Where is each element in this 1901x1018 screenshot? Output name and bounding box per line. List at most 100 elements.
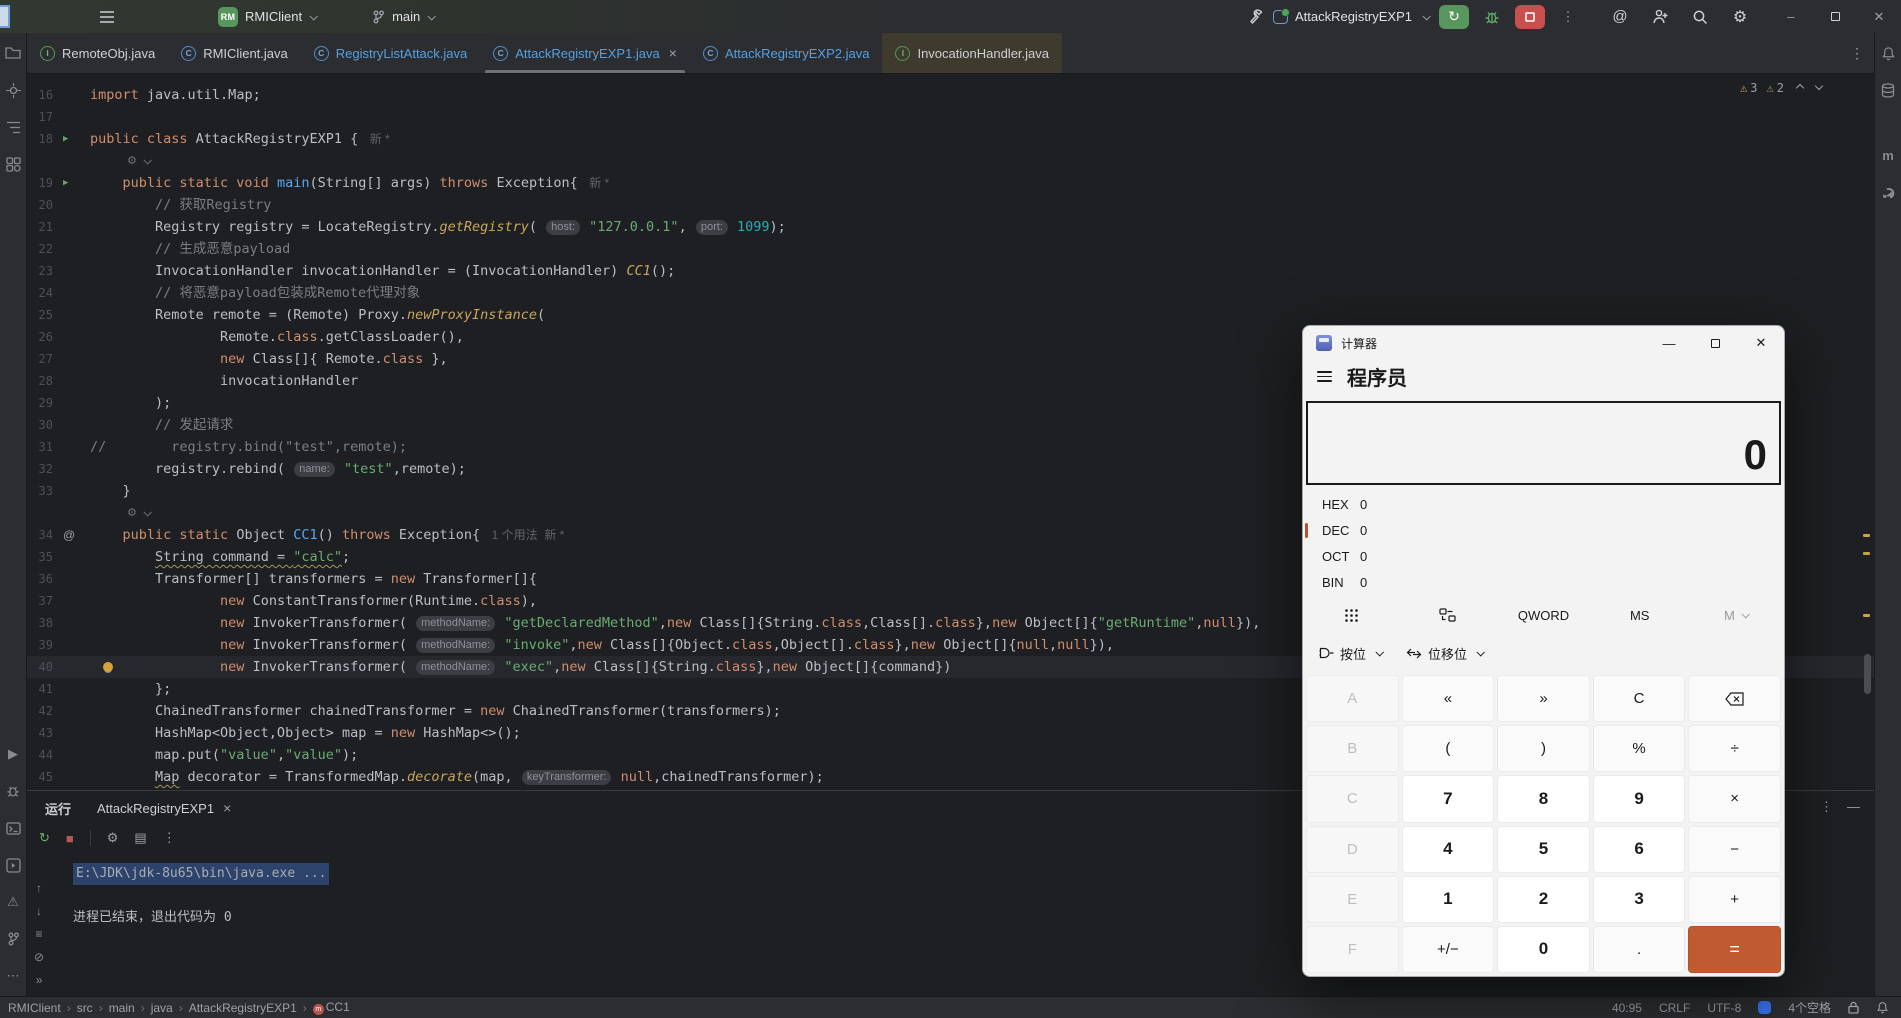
calc-key-0[interactable]: 0 (1497, 925, 1590, 973)
calc-key-1[interactable]: 1 (1401, 875, 1495, 923)
memory-store-button[interactable]: MS (1592, 608, 1688, 623)
database-tool-icon[interactable] (1877, 79, 1899, 101)
editor-scrollbar[interactable] (1862, 74, 1872, 790)
vcs-tool-icon[interactable] (2, 928, 24, 950)
calc-key-6[interactable]: 6 (1592, 825, 1686, 873)
bit-toggle-keypad-icon[interactable] (1399, 608, 1495, 622)
tab-RMIClient.java[interactable]: C RMIClient.java (168, 33, 301, 73)
pin-tab-icon[interactable]: ▤ (134, 830, 146, 846)
calc-key-8[interactable]: 8 (1497, 775, 1590, 823)
code-line-23[interactable]: 23 InvocationHandler invocationHandler =… (27, 260, 1874, 282)
calc-key-decimal[interactable]: . (1592, 925, 1686, 973)
breadcrumb-item[interactable]: m CC1 (312, 1000, 350, 1015)
calc-close-button[interactable]: ✕ (1738, 326, 1784, 360)
code-with-me-icon[interactable] (1645, 4, 1675, 30)
radix-row-hex[interactable]: HEX 0 (1303, 491, 1784, 517)
services-tool-icon[interactable] (2, 854, 24, 876)
inspections-widget[interactable]: ⚠ 3 ⚠ 2 (1740, 81, 1824, 95)
run-configuration-select[interactable]: AttackRegistryEXP1 (1272, 7, 1431, 24)
word-size-button[interactable]: QWORD (1495, 608, 1591, 623)
calc-key-([interactable]: ( (1401, 725, 1495, 773)
terminal-tool-icon[interactable] (2, 817, 24, 839)
gradle-tool-icon[interactable] (1877, 181, 1899, 203)
project-tool-icon[interactable] (2, 42, 24, 64)
radix-row-dec[interactable]: DEC 0 (1303, 517, 1784, 543)
stop-process-icon[interactable]: ■ (66, 831, 74, 846)
file-encoding[interactable]: UTF-8 (1707, 1001, 1741, 1015)
code-line-21[interactable]: 21 Registry registry = LocateRegistry.ge… (27, 216, 1874, 238)
breadcrumb-item[interactable]: AttackRegistryEXP1 (189, 1001, 297, 1015)
code-line-18[interactable]: 18 ▶ public class AttackRegistryEXP1 { 新 * (27, 128, 1874, 150)
stop-button[interactable] (1515, 4, 1545, 29)
window-close-button[interactable]: ✕ (1857, 0, 1901, 33)
code-line-25[interactable]: 25 Remote remote = (Remote) Proxy.newPro… (27, 304, 1874, 326)
problems-tool-icon[interactable]: ⚠ (2, 891, 24, 913)
code-vision-icon[interactable]: ⚙ (127, 150, 152, 172)
breadcrumb-item[interactable]: main (109, 1001, 135, 1015)
tab-InvocationHandler.java[interactable]: I InvocationHandler.java (882, 33, 1062, 73)
window-minimize-button[interactable]: – (1769, 0, 1813, 33)
tab-AttackRegistryEXP1.java[interactable]: C AttackRegistryEXP1.java × (480, 33, 690, 73)
project-widget[interactable]: RM RMIClient (218, 6, 319, 27)
breadcrumb-item[interactable]: src (77, 1001, 93, 1015)
calc-key-divide[interactable]: ÷ (1688, 725, 1781, 773)
debug-button[interactable] (1477, 4, 1507, 30)
calc-key-7[interactable]: 7 (1401, 775, 1495, 823)
run-line-icon[interactable]: ▶ (53, 128, 86, 150)
code-vision-icon[interactable]: ⚙ (127, 502, 152, 524)
calc-key-backspace[interactable] (1688, 675, 1781, 723)
calc-key-2[interactable]: 2 (1497, 875, 1590, 923)
run-panel-options-icon[interactable]: ⋮ (1820, 799, 1833, 815)
close-icon[interactable]: × (223, 800, 231, 816)
build-hammer-icon[interactable] (1243, 4, 1273, 30)
hidden-tabs-icon[interactable]: ⋮ (1840, 45, 1874, 62)
tab-RemoteObj.java[interactable]: I RemoteObj.java (27, 33, 168, 73)
calc-key-negate[interactable]: +/− (1401, 925, 1495, 973)
code-line-19[interactable]: 19 ▶ public static void main(String[] arg… (27, 172, 1874, 194)
full-keypad-icon[interactable] (1303, 608, 1399, 623)
calc-key-minus[interactable]: − (1688, 825, 1781, 873)
status-bell-icon[interactable] (1876, 1001, 1889, 1014)
code-inlay-row[interactable]: ⚙ (27, 150, 1874, 172)
next-issue-icon[interactable] (1814, 81, 1824, 91)
structure-tool-icon[interactable] (2, 116, 24, 138)
calc-key-%[interactable]: % (1592, 725, 1686, 773)
calc-key-3[interactable]: 3 (1592, 875, 1686, 923)
bitwise-dropdown[interactable]: 按位 (1311, 640, 1390, 667)
calc-key-clear[interactable]: C (1592, 675, 1686, 723)
clear-console-icon[interactable]: ⊘ (34, 950, 44, 964)
more-actions-icon[interactable]: ⋮ (1553, 4, 1583, 30)
intention-bulb-icon[interactable] (103, 662, 113, 672)
settings-gear-icon[interactable]: ⚙ (1725, 4, 1755, 30)
vcs-branch-widget[interactable]: main (372, 9, 437, 24)
radix-row-bin[interactable]: BIN 0 (1303, 569, 1784, 595)
calc-key-multiply[interactable]: × (1688, 775, 1781, 823)
console-more-icon[interactable]: ⋮ (163, 830, 176, 846)
code-line-16[interactable]: 16 import java.util.Map; (27, 84, 1874, 106)
code-line-17[interactable]: 17 (27, 106, 1874, 128)
run-button[interactable]: ↻ (1439, 4, 1469, 29)
prev-issue-icon[interactable] (1795, 83, 1805, 93)
tab-AttackRegistryEXP2.java[interactable]: C AttackRegistryEXP2.java (690, 33, 883, 73)
commit-tool-icon[interactable] (2, 79, 24, 101)
window-restore-button[interactable] (1813, 0, 1857, 33)
search-icon[interactable] (1685, 4, 1715, 30)
annotation-gutter-icon[interactable]: @ (53, 524, 86, 546)
code-line-24[interactable]: 24 // 将恶意payload包装成Remote代理对象 (27, 282, 1874, 304)
console-command-line[interactable]: E:\JDK\jdk-8u65\bin\java.exe ... (73, 863, 330, 885)
indent-setting[interactable]: 4个空格 (1788, 999, 1831, 1016)
calc-menu-icon[interactable] (1317, 370, 1332, 383)
readonly-lock-icon[interactable] (1848, 1001, 1859, 1014)
radix-row-oct[interactable]: OCT 0 (1303, 543, 1784, 569)
calc-key-4[interactable]: 4 (1401, 825, 1495, 873)
plugins-tool-icon[interactable] (2, 153, 24, 175)
notifications-bell-icon[interactable] (1877, 42, 1899, 64)
main-menu-button[interactable] (92, 4, 122, 30)
bitshift-dropdown[interactable]: 位移位 (1398, 640, 1491, 667)
calc-key-)[interactable]: ) (1497, 725, 1590, 773)
line-ending[interactable]: CRLF (1659, 1001, 1690, 1015)
calc-key-5[interactable]: 5 (1497, 825, 1590, 873)
calc-key-«[interactable]: « (1401, 675, 1495, 723)
close-tab-icon[interactable]: × (669, 45, 677, 61)
scrollbar-thumb[interactable] (1864, 654, 1871, 694)
